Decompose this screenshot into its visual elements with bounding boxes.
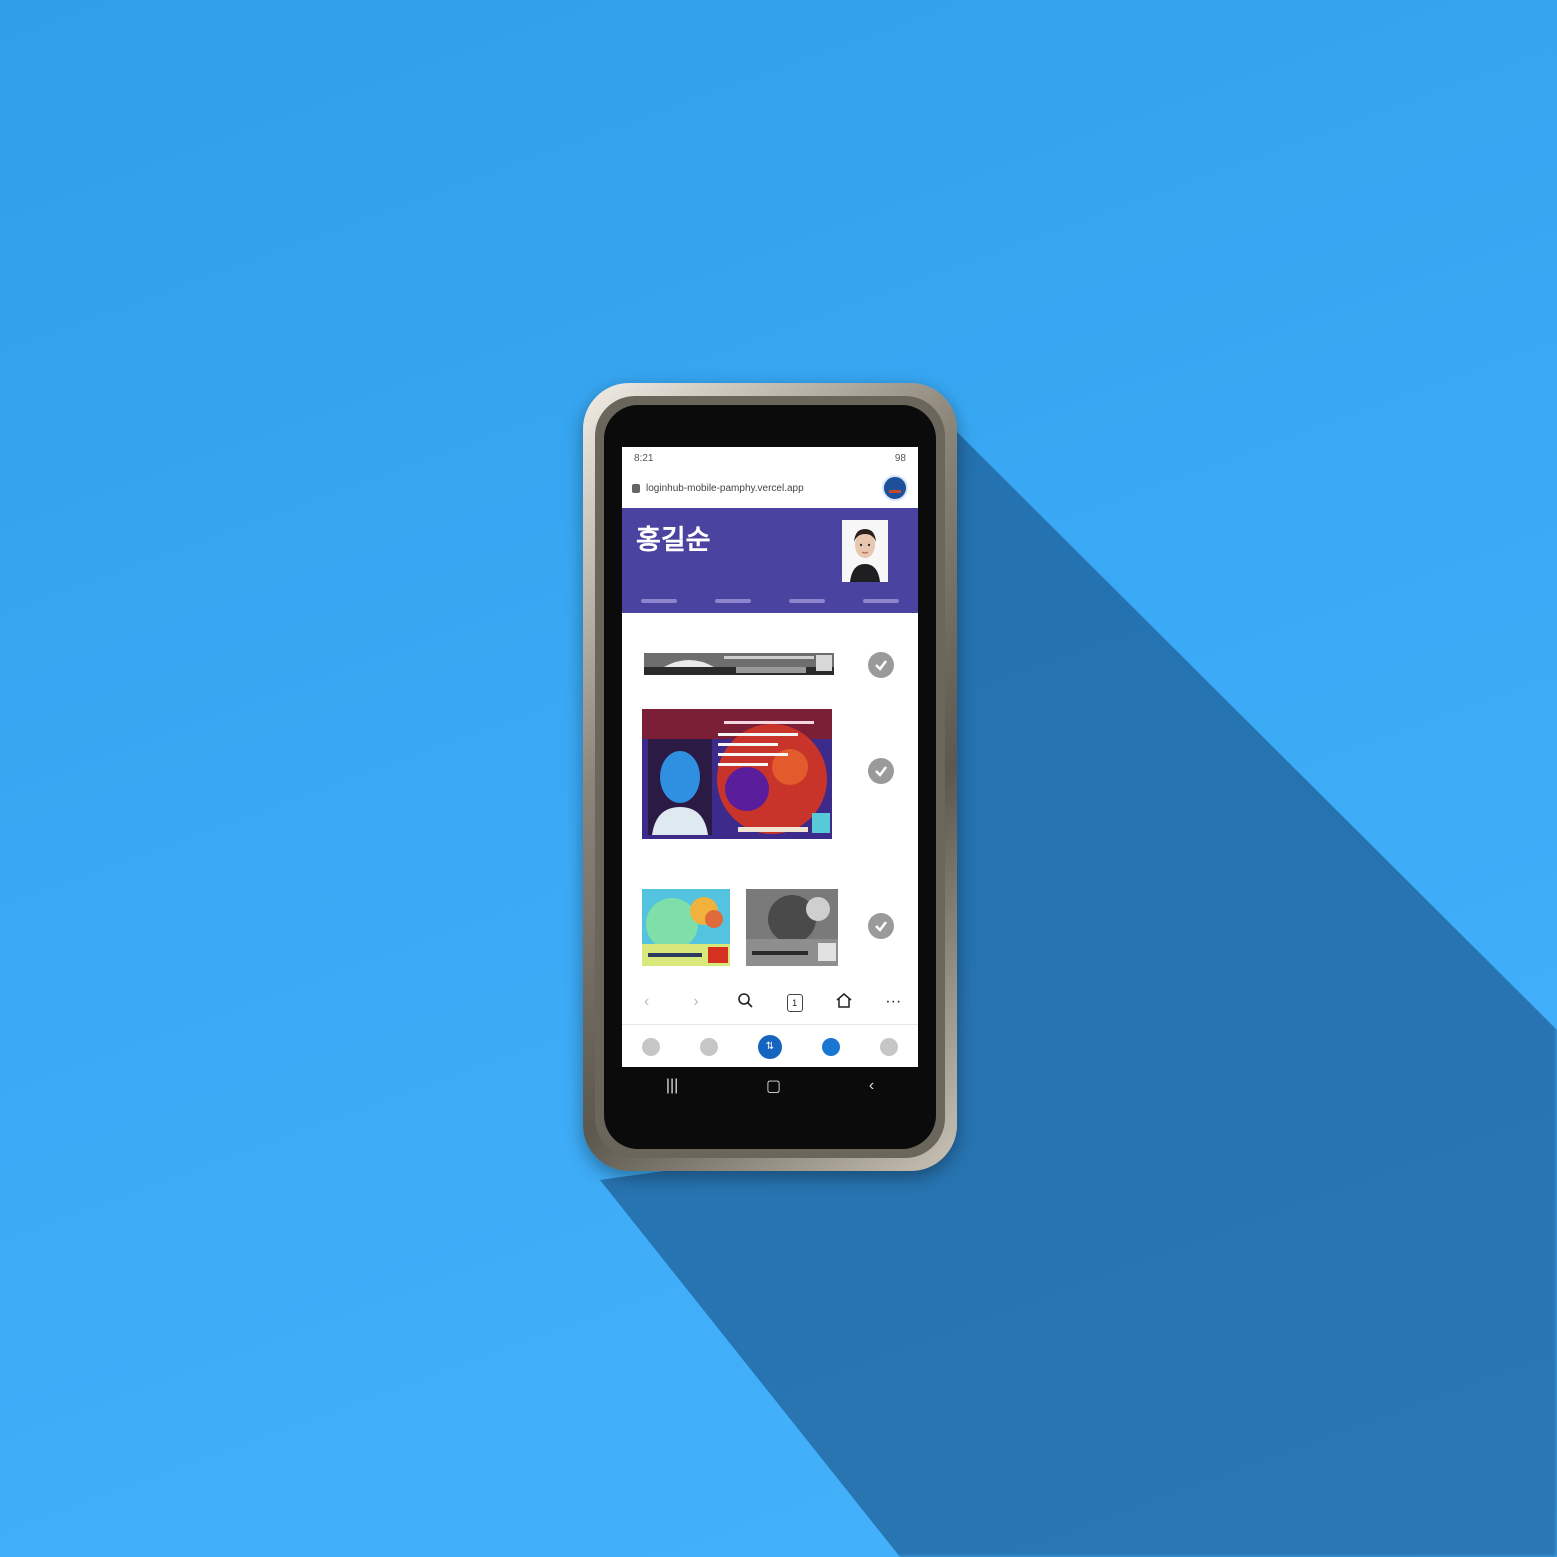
back-icon[interactable]: ‹ (632, 993, 662, 1011)
forward-icon[interactable]: › (681, 993, 711, 1011)
battery-level: 98 (894, 452, 906, 464)
header-tabs (622, 599, 918, 603)
list-item[interactable] (622, 703, 918, 843)
url-bar[interactable]: loginhub-mobile-pamphy.vercel.app (622, 469, 918, 507)
verified-check-icon (868, 913, 894, 939)
transfer-icon[interactable]: ⇅ (758, 1034, 782, 1059)
tab-1[interactable] (641, 599, 677, 603)
avatar[interactable] (842, 520, 888, 582)
tab-2[interactable] (715, 599, 751, 603)
id-card-image-color (642, 889, 730, 966)
list-item[interactable] (622, 643, 918, 683)
explore-icon[interactable] (822, 1037, 840, 1056)
recents-button[interactable]: ||| (666, 1077, 678, 1095)
wallet-icon[interactable] (642, 1037, 660, 1056)
id-card-image (642, 709, 832, 839)
status-time: 8:21 (634, 452, 654, 464)
user-name: 홍길순 (636, 525, 711, 555)
id-card-list (622, 613, 918, 981)
id-card-image (644, 653, 834, 675)
phone-screen: 8:21 98 loginhub-mobile-pamphy.vercel.ap… (622, 447, 918, 1067)
lock-icon (632, 483, 640, 493)
search-icon[interactable] (730, 992, 760, 1013)
tabs-icon[interactable]: 1 (780, 993, 810, 1012)
status-bar: 8:21 98 (622, 447, 918, 469)
home-icon[interactable] (829, 992, 859, 1013)
history-icon[interactable] (700, 1037, 718, 1056)
tab-3[interactable] (789, 599, 825, 603)
home-button[interactable]: ▢ (766, 1076, 781, 1096)
list-item[interactable] (622, 883, 918, 973)
id-card-image-grayscale (746, 889, 838, 966)
more-icon[interactable]: ··· (878, 993, 908, 1011)
tab-count: 1 (786, 993, 803, 1012)
verified-check-icon (868, 758, 894, 784)
avatar-portrait-icon (842, 520, 888, 582)
app-bottom-nav: ⇅ (622, 1024, 918, 1067)
browser-toolbar: ‹ › 1 ··· (622, 982, 918, 1022)
app-header: 홍길순 (622, 508, 918, 613)
android-nav-bar: ||| ▢ ‹ (622, 1067, 918, 1105)
tab-4[interactable] (863, 599, 899, 603)
verified-check-icon (868, 652, 894, 678)
browser-profile-icon[interactable] (882, 475, 908, 501)
back-button[interactable]: ‹ (869, 1077, 874, 1095)
settings-icon[interactable] (880, 1037, 898, 1056)
url-text[interactable]: loginhub-mobile-pamphy.vercel.app (646, 483, 876, 494)
